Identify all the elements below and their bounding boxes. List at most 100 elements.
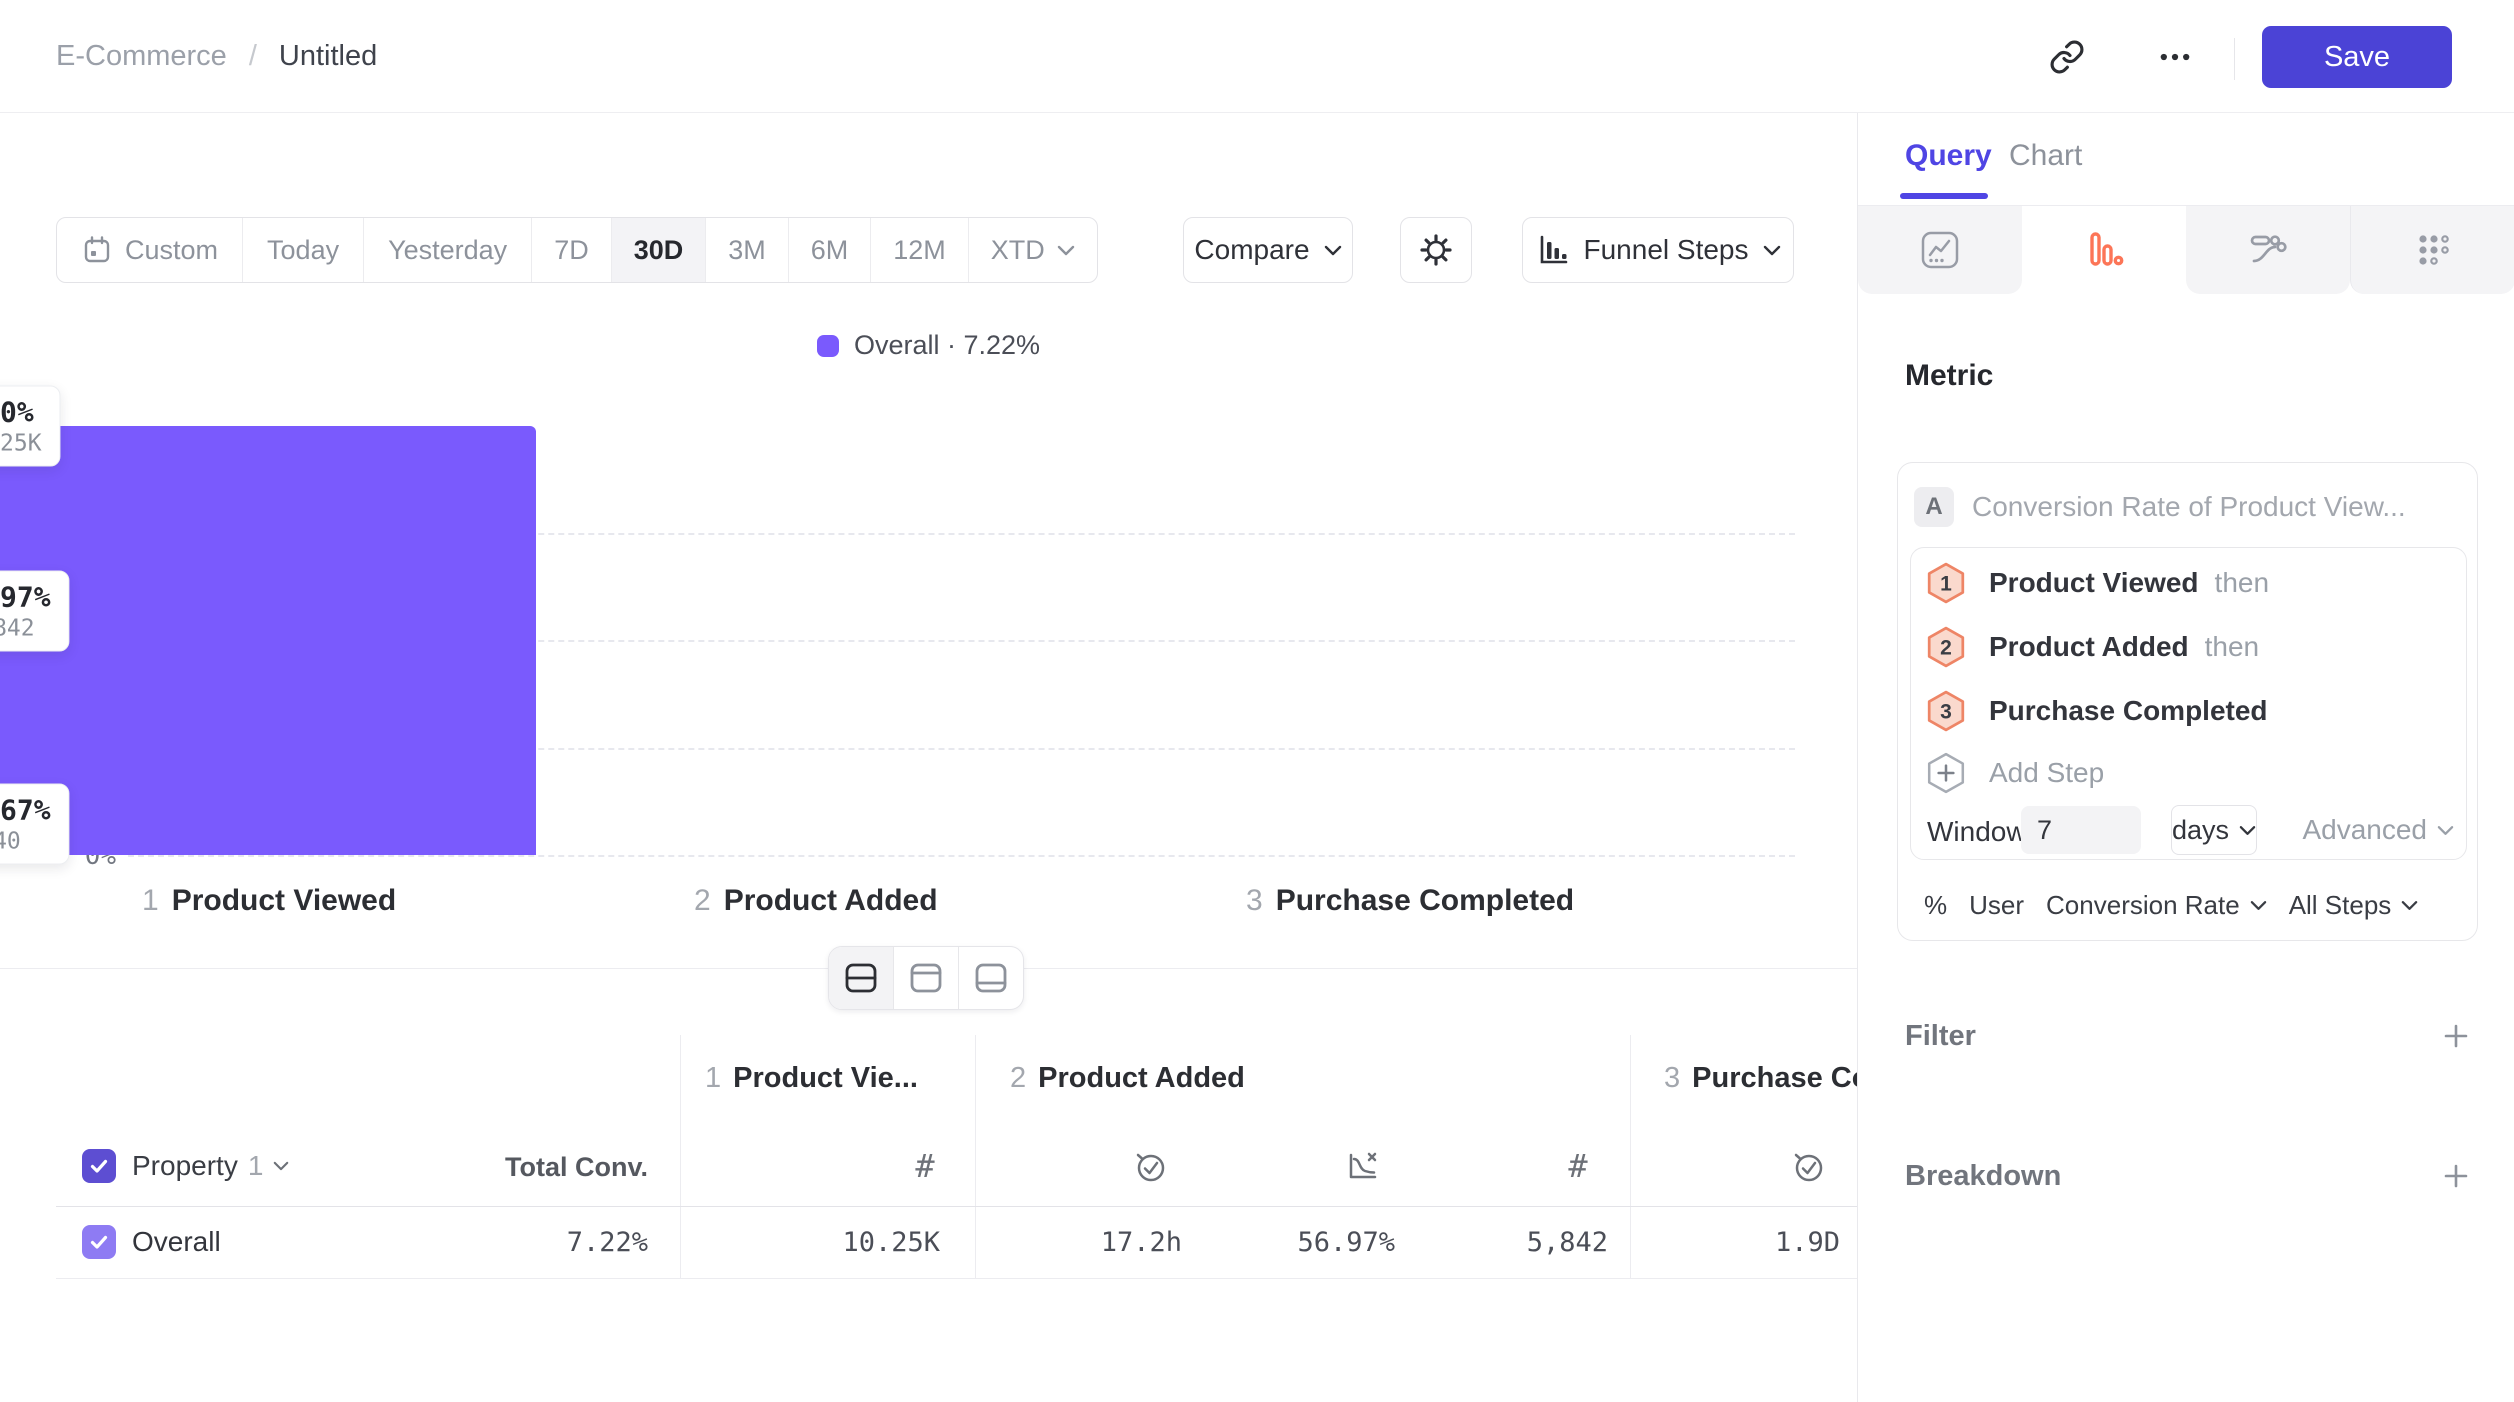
conversion-rate-column-icon[interactable] (1340, 1144, 1384, 1188)
plus-icon (2441, 1161, 2471, 1191)
column-divider (680, 1035, 681, 1278)
add-step-label: Add Step (1989, 757, 2104, 789)
step-event-name: Purchase Completed (1989, 695, 2268, 727)
table-group-header-step-3: 3Purchase Completed (1664, 1062, 1857, 1095)
count-column-hash-icon[interactable]: # (903, 1144, 947, 1188)
top-panel-icon (908, 962, 944, 994)
property-selector[interactable]: Property 1 (132, 1150, 289, 1182)
add-breakdown-button[interactable] (2441, 1161, 2471, 1191)
filter-label: Filter (1905, 1020, 1976, 1053)
layout-split-button[interactable] (829, 947, 894, 1009)
step-number-hexagon: 1 (1927, 562, 1965, 604)
row-label: Overall (132, 1226, 221, 1258)
step-number-hexagon: 2 (1927, 626, 1965, 668)
chart-settings-button[interactable] (1400, 217, 1472, 283)
table-row-divider (56, 1278, 1857, 1279)
chart-type-line-tab[interactable] (1858, 206, 2022, 294)
measure-type-selector[interactable]: Conversion Rate (2046, 890, 2267, 921)
x-axis-step-label: 3Purchase Completed (1246, 884, 1574, 918)
metric-summary[interactable]: Conversion Rate of Product View... (1972, 487, 2406, 527)
chevron-down-icon (2437, 825, 2454, 836)
compare-button[interactable]: Compare (1183, 217, 1353, 283)
chevron-down-icon (1763, 245, 1781, 256)
chart-type-retention-tab[interactable] (2350, 206, 2514, 294)
line-chart-icon (1918, 228, 1962, 272)
tab-chart[interactable]: Chart (2009, 139, 2082, 173)
more-options-button[interactable] (2150, 32, 2200, 82)
table-group-header-step-1: 1Product Vie... (705, 1062, 918, 1095)
svg-text:2: 2 (1940, 636, 1952, 659)
date-range-7d[interactable]: 7D (532, 218, 612, 282)
chevron-down-icon (273, 1161, 289, 1171)
avg-time-column-stopwatch-icon[interactable] (1128, 1144, 1172, 1188)
topbar-divider (2234, 38, 2235, 80)
count-column-hash-icon[interactable]: # (1556, 1144, 1600, 1188)
chart-type-tabs (1858, 206, 2514, 294)
funnel-bar-converted-segment (0, 611, 536, 855)
funnel-steps-card: 1 Product Viewed then 2 Product Added th… (1910, 547, 2467, 860)
percent-icon: % (1924, 890, 1947, 921)
date-range-12m[interactable]: 12M (871, 218, 969, 282)
layout-switcher (828, 946, 1024, 1010)
flow-icon (2246, 228, 2290, 272)
window-value-input[interactable] (2021, 806, 2141, 854)
share-link-button[interactable] (2042, 32, 2092, 82)
funnel-bar-converted-segment (0, 824, 536, 855)
step-then-label: then (2205, 631, 2260, 663)
step-number-hexagon: 3 (1927, 690, 1965, 732)
funnel-steps-icon (1536, 233, 1570, 267)
app-root: E-Commerce / Untitled Save (0, 0, 2514, 1402)
window-label: Window (1927, 816, 2027, 848)
breakdown-section: Breakdown (1905, 1154, 2471, 1198)
table-header-divider (56, 1206, 1857, 1207)
column-divider (975, 1035, 976, 1278)
date-range-xtd[interactable]: XTD (969, 218, 1097, 282)
date-range-3m[interactable]: 3M (706, 218, 789, 282)
chevron-down-icon (1324, 245, 1342, 256)
measure-entity-selector[interactable]: User (1969, 890, 2024, 921)
gear-icon (1418, 232, 1454, 268)
ellipsis-icon (2156, 38, 2194, 76)
chart-type-funnel-tab[interactable] (2022, 206, 2186, 294)
legend-label: Overall · 7.22% (854, 330, 1040, 361)
cell-step2-count: 5,842 (1448, 1227, 1608, 1258)
add-filter-button[interactable] (2441, 1021, 2471, 1051)
step-then-label: then (2215, 567, 2270, 599)
chevron-down-icon (1057, 245, 1075, 256)
x-axis-step-label: 2Product Added (694, 884, 938, 918)
cell-step2-conv-rate: 56.97% (1235, 1227, 1395, 1258)
funnel-step-1[interactable]: 1 Product Viewed then (1927, 562, 2269, 604)
layout-table-only-button[interactable] (959, 947, 1023, 1009)
measure-scope-selector[interactable]: All Steps (2289, 890, 2419, 921)
link-icon (2049, 39, 2085, 75)
check-icon (88, 1155, 110, 1177)
cell-step1-count: 10.25K (760, 1227, 940, 1258)
step-event-name: Product Added (1989, 631, 2189, 663)
funnel-step-3[interactable]: 3 Purchase Completed (1927, 690, 2284, 732)
advanced-toggle[interactable]: Advanced (2302, 814, 2454, 846)
query-panel: Query Chart (1857, 113, 2514, 1402)
chart-type-flow-tab[interactable] (2186, 206, 2350, 294)
date-range-6m[interactable]: 6M (789, 218, 872, 282)
add-step-button[interactable]: Add Step (1927, 752, 2104, 794)
window-unit-selector[interactable]: days (2171, 805, 2257, 855)
cell-step3-avg-time: 1.9D (1680, 1227, 1840, 1258)
chevron-down-icon (2239, 825, 2256, 836)
layout-chart-only-button[interactable] (894, 947, 959, 1009)
funnel-step-2[interactable]: 2 Product Added then (1927, 626, 2259, 668)
chevron-down-icon (2250, 900, 2267, 911)
total-conversion-header[interactable]: Total Conv. (430, 1152, 648, 1183)
view-type-selector[interactable]: Funnel Steps (1522, 217, 1794, 283)
row-checkbox[interactable] (82, 1225, 116, 1259)
select-all-checkbox[interactable] (82, 1149, 116, 1183)
filter-section: Filter (1905, 1014, 2471, 1058)
date-range-30d[interactable]: 30D (612, 218, 707, 282)
metric-card: A Conversion Rate of Product View... 1 P… (1897, 462, 2478, 941)
plus-icon (2441, 1021, 2471, 1051)
tab-query[interactable]: Query (1905, 139, 1992, 173)
save-button[interactable]: Save (2262, 26, 2452, 88)
funnel-bars-icon (2082, 228, 2126, 272)
avg-time-column-stopwatch-icon[interactable] (1786, 1144, 1830, 1188)
breakdown-label: Breakdown (1905, 1160, 2061, 1193)
measure-config-row: % User Conversion Rate All Steps (1924, 883, 2418, 927)
